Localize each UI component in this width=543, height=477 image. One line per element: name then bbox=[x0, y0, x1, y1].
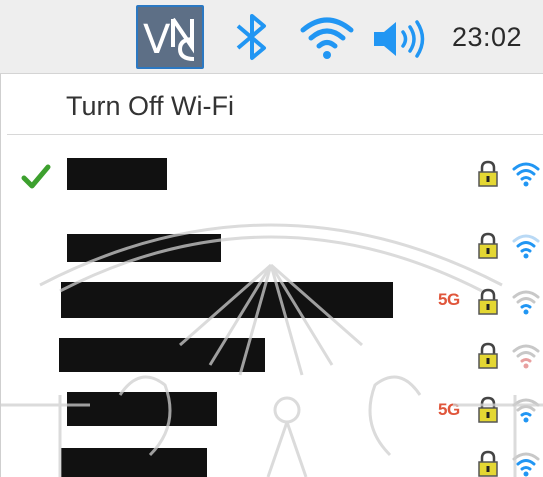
vnc-icon[interactable]: V bbox=[136, 5, 204, 69]
network-item-connected[interactable] bbox=[1, 148, 543, 200]
5g-badge: 5G bbox=[438, 290, 460, 309]
redacted-network-name bbox=[67, 158, 167, 190]
top-panel: V 23:02 bbox=[0, 0, 543, 74]
svg-text:V: V bbox=[143, 17, 171, 63]
wifi-menu: Turn Off Wi-Fi 5G 5G bbox=[0, 74, 543, 477]
lock-icon bbox=[478, 288, 498, 315]
wifi-icon[interactable] bbox=[298, 14, 356, 62]
signal-strength-icon bbox=[512, 290, 540, 315]
volume-icon[interactable] bbox=[372, 18, 428, 60]
signal-strength-icon bbox=[512, 452, 540, 477]
turn-off-wifi-item[interactable]: Turn Off Wi-Fi bbox=[1, 78, 543, 130]
bluetooth-icon[interactable] bbox=[232, 12, 272, 62]
lock-icon bbox=[478, 450, 498, 477]
redacted-network-name bbox=[67, 392, 217, 426]
menu-separator bbox=[7, 134, 543, 135]
lock-icon bbox=[478, 232, 498, 259]
signal-strength-icon bbox=[512, 234, 540, 259]
turn-off-wifi-label: Turn Off Wi-Fi bbox=[66, 91, 234, 121]
redacted-network-name bbox=[67, 234, 221, 262]
network-item[interactable] bbox=[1, 336, 543, 388]
redacted-network-name bbox=[59, 338, 265, 372]
clock[interactable]: 23:02 bbox=[452, 22, 522, 56]
lock-icon bbox=[478, 396, 498, 423]
network-item[interactable]: 5G bbox=[1, 280, 543, 332]
redacted-network-name bbox=[61, 448, 207, 477]
network-item[interactable]: 5G bbox=[1, 390, 543, 442]
signal-strength-icon bbox=[512, 162, 540, 187]
5g-badge: 5G bbox=[438, 400, 460, 419]
redacted-network-name bbox=[61, 282, 393, 318]
signal-strength-icon bbox=[512, 398, 540, 423]
lock-icon bbox=[478, 342, 498, 369]
network-item[interactable] bbox=[1, 224, 543, 276]
check-icon bbox=[21, 164, 51, 189]
signal-strength-icon bbox=[512, 344, 540, 369]
lock-icon bbox=[478, 160, 498, 187]
network-item[interactable] bbox=[1, 442, 543, 477]
